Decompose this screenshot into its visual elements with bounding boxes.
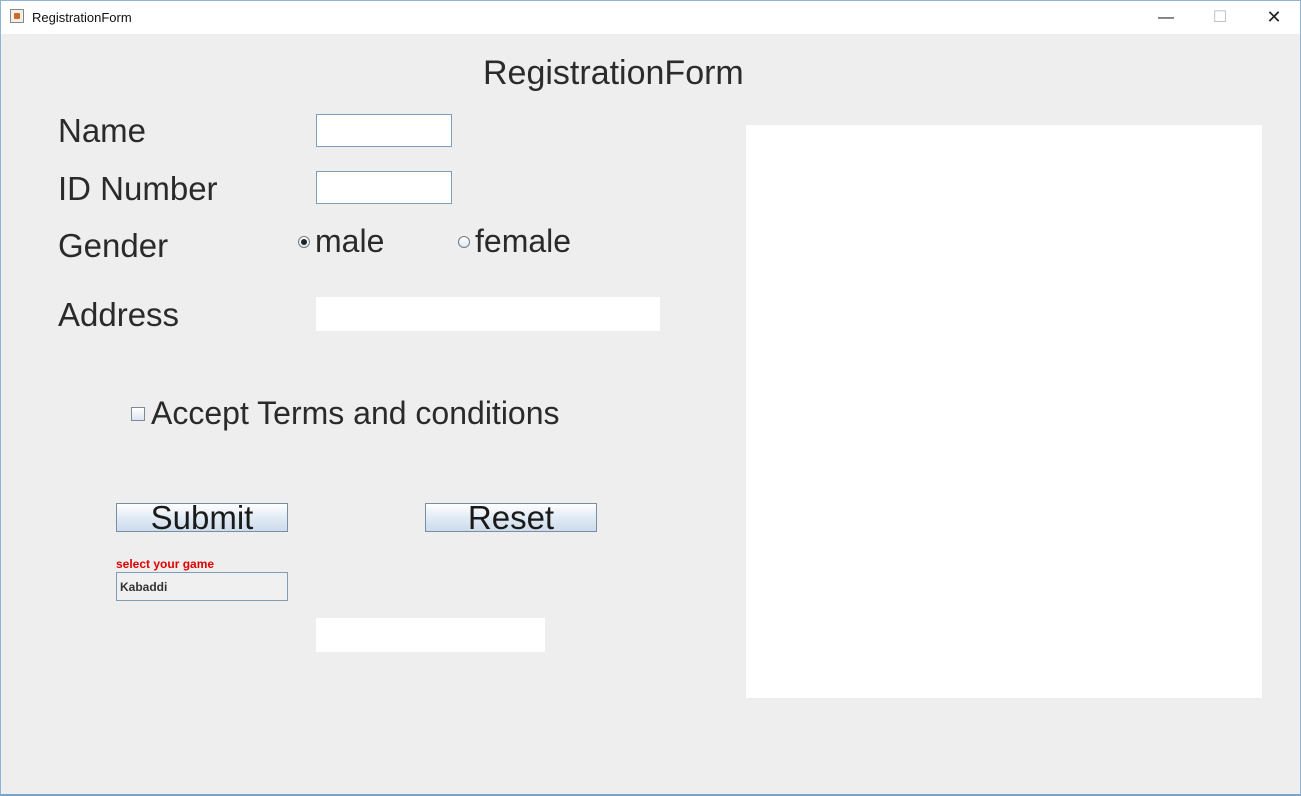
window-title: RegistrationForm — [32, 10, 132, 25]
radio-selected-icon — [298, 235, 310, 248]
name-label: Name — [58, 112, 147, 149]
java-app-icon — [10, 9, 24, 23]
address-label: Address — [58, 296, 180, 333]
terms-label: Accept Terms and conditions — [151, 395, 560, 431]
id-number-field[interactable] — [316, 171, 452, 204]
gender-female-radio[interactable]: female — [458, 223, 571, 260]
gender-female-label: female — [475, 223, 572, 259]
radio-unselected-icon — [458, 235, 470, 248]
game-select-label: select your game — [116, 557, 215, 571]
output-field[interactable] — [316, 618, 545, 652]
reset-button[interactable]: Reset — [425, 501, 597, 534]
address-field[interactable] — [316, 297, 660, 331]
minimize-button[interactable]: — — [1143, 1, 1189, 34]
name-field[interactable] — [316, 114, 452, 147]
submit-button[interactable]: Submit — [116, 501, 288, 534]
output-text-area[interactable] — [746, 125, 1262, 698]
form-heading: RegistrationForm — [483, 54, 744, 92]
id-number-label: ID Number — [58, 170, 218, 207]
game-select[interactable]: Kabaddi — [116, 572, 288, 601]
close-button[interactable]: ✕ — [1251, 1, 1297, 34]
maximize-button[interactable]: ☐ — [1197, 1, 1243, 34]
gender-label: Gender — [58, 227, 169, 264]
checkbox-icon — [131, 406, 145, 421]
gender-male-radio[interactable]: male — [298, 223, 384, 260]
title-bar: RegistrationForm — ☐ ✕ — [1, 0, 1300, 34]
gender-male-label: male — [315, 223, 385, 259]
terms-checkbox[interactable]: Accept Terms and conditions — [131, 395, 560, 432]
